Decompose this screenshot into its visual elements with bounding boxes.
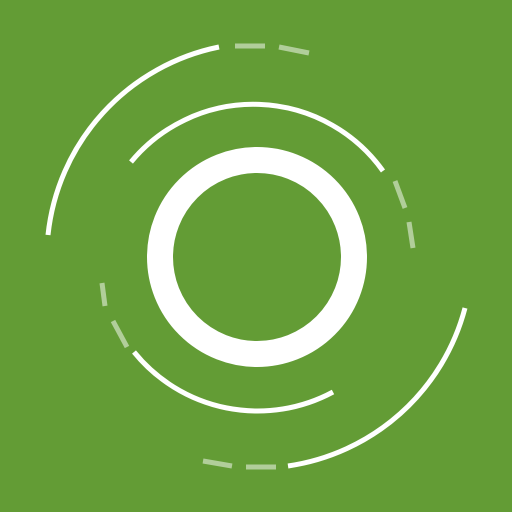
background-tile	[0, 0, 512, 512]
middle-ring-dash-3	[99, 282, 108, 307]
concentric-rings-logo-icon	[0, 0, 512, 512]
